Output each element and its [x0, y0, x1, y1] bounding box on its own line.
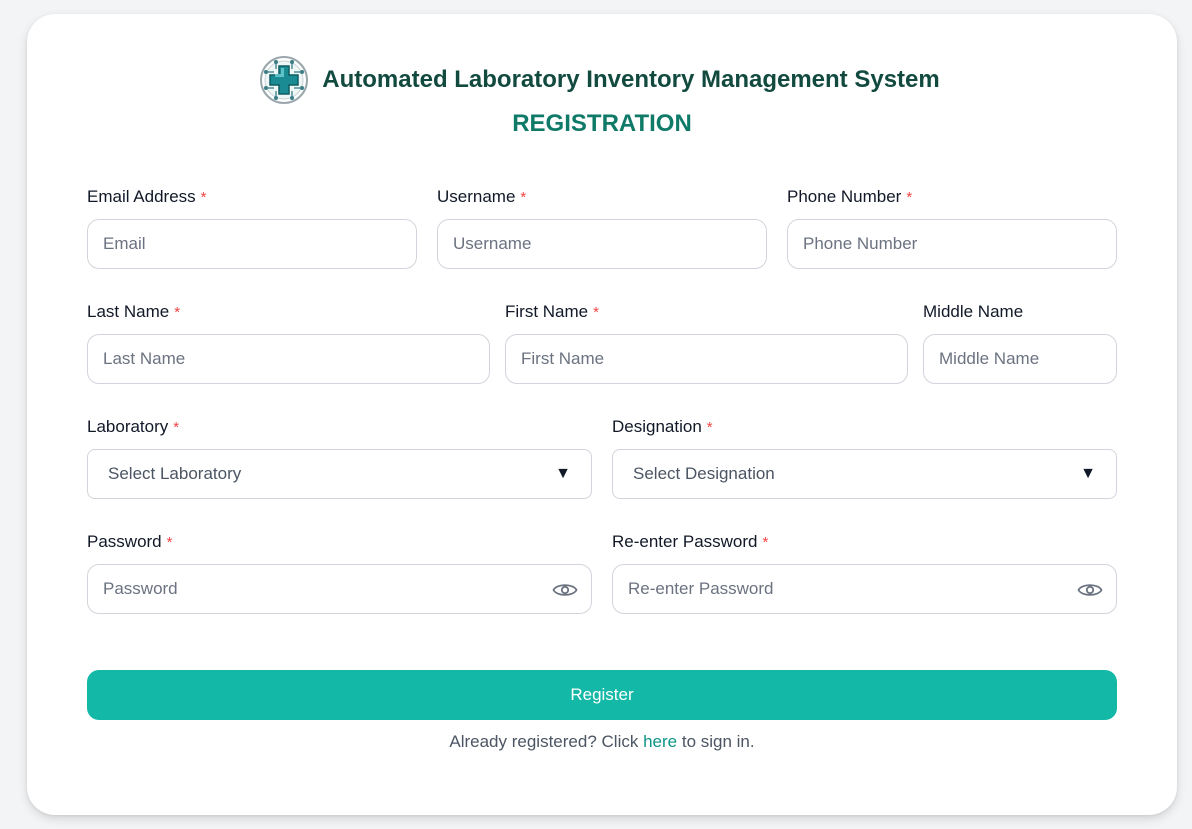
phone-label: Phone Number *: [787, 187, 913, 206]
required-marker: *: [166, 534, 173, 551]
username-field[interactable]: [437, 219, 767, 269]
reenter-password-field[interactable]: [612, 564, 1117, 614]
required-marker: *: [706, 419, 713, 436]
required-marker: *: [593, 304, 599, 321]
designation-group: Designation * Select Designation ▼: [612, 416, 1117, 501]
reenter-password-label: Re-enter Password *: [612, 532, 769, 551]
last-name-label: Last Name *: [87, 302, 181, 321]
signin-prefix: Already registered? Click: [449, 732, 639, 751]
reenter-password-group: Re-enter Password *: [612, 531, 1117, 616]
last-name-field[interactable]: [87, 334, 490, 384]
password-label: Password *: [87, 532, 173, 551]
page-title: REGISTRATION: [512, 110, 692, 137]
laboratory-selected-value: Select Laboratory: [108, 464, 242, 483]
email-label: Email Address *: [87, 187, 207, 206]
dropdown-arrow-icon: ▼: [1080, 465, 1096, 482]
title-row: Automated Laboratory Inventory Managemen…: [21, 54, 1177, 106]
required-marker: *: [174, 304, 181, 321]
first-name-label: First Name *: [505, 302, 599, 321]
required-marker: *: [200, 189, 207, 206]
password-field[interactable]: [87, 564, 592, 614]
signin-prompt: Already registered? Click here to sign i…: [27, 732, 1177, 752]
dropdown-arrow-icon: ▼: [555, 465, 571, 482]
laboratory-group: Laboratory * Select Laboratory ▼: [87, 416, 592, 501]
middle-name-label: Middle Name: [923, 302, 1024, 321]
eye-icon[interactable]: [1077, 581, 1103, 599]
laboratory-select[interactable]: Select Laboratory ▼: [87, 449, 592, 499]
first-name-field[interactable]: [505, 334, 908, 384]
middle-name-group: Middle Name: [923, 301, 1117, 386]
required-marker: *: [906, 189, 913, 206]
username-group: Username *: [437, 186, 767, 271]
middle-name-field[interactable]: [923, 334, 1117, 384]
registration-card: Automated Laboratory Inventory Managemen…: [27, 14, 1177, 815]
required-marker: *: [173, 419, 180, 436]
medical-circuit-logo-icon: [260, 56, 309, 104]
app-title: Automated Laboratory Inventory Managemen…: [322, 66, 940, 93]
designation-select[interactable]: Select Designation ▼: [612, 449, 1117, 499]
signin-suffix: to sign in.: [681, 732, 755, 751]
laboratory-label: Laboratory *: [87, 417, 180, 436]
eye-icon[interactable]: [552, 581, 578, 599]
required-marker: *: [762, 534, 769, 551]
required-marker: *: [520, 189, 527, 206]
username-label: Username *: [437, 187, 527, 206]
register-button[interactable]: Register: [87, 670, 1117, 720]
email-group: Email Address *: [87, 186, 417, 271]
designation-label: Designation *: [612, 417, 713, 436]
last-name-group: Last Name *: [87, 301, 490, 386]
phone-field[interactable]: [787, 219, 1117, 269]
email-field[interactable]: [87, 219, 417, 269]
first-name-group: First Name *: [505, 301, 908, 386]
signin-link[interactable]: here: [643, 732, 677, 751]
designation-selected-value: Select Designation: [633, 464, 775, 483]
phone-group: Phone Number *: [787, 186, 1117, 271]
password-group: Password *: [87, 531, 592, 616]
header: Automated Laboratory Inventory Managemen…: [27, 54, 1177, 138]
